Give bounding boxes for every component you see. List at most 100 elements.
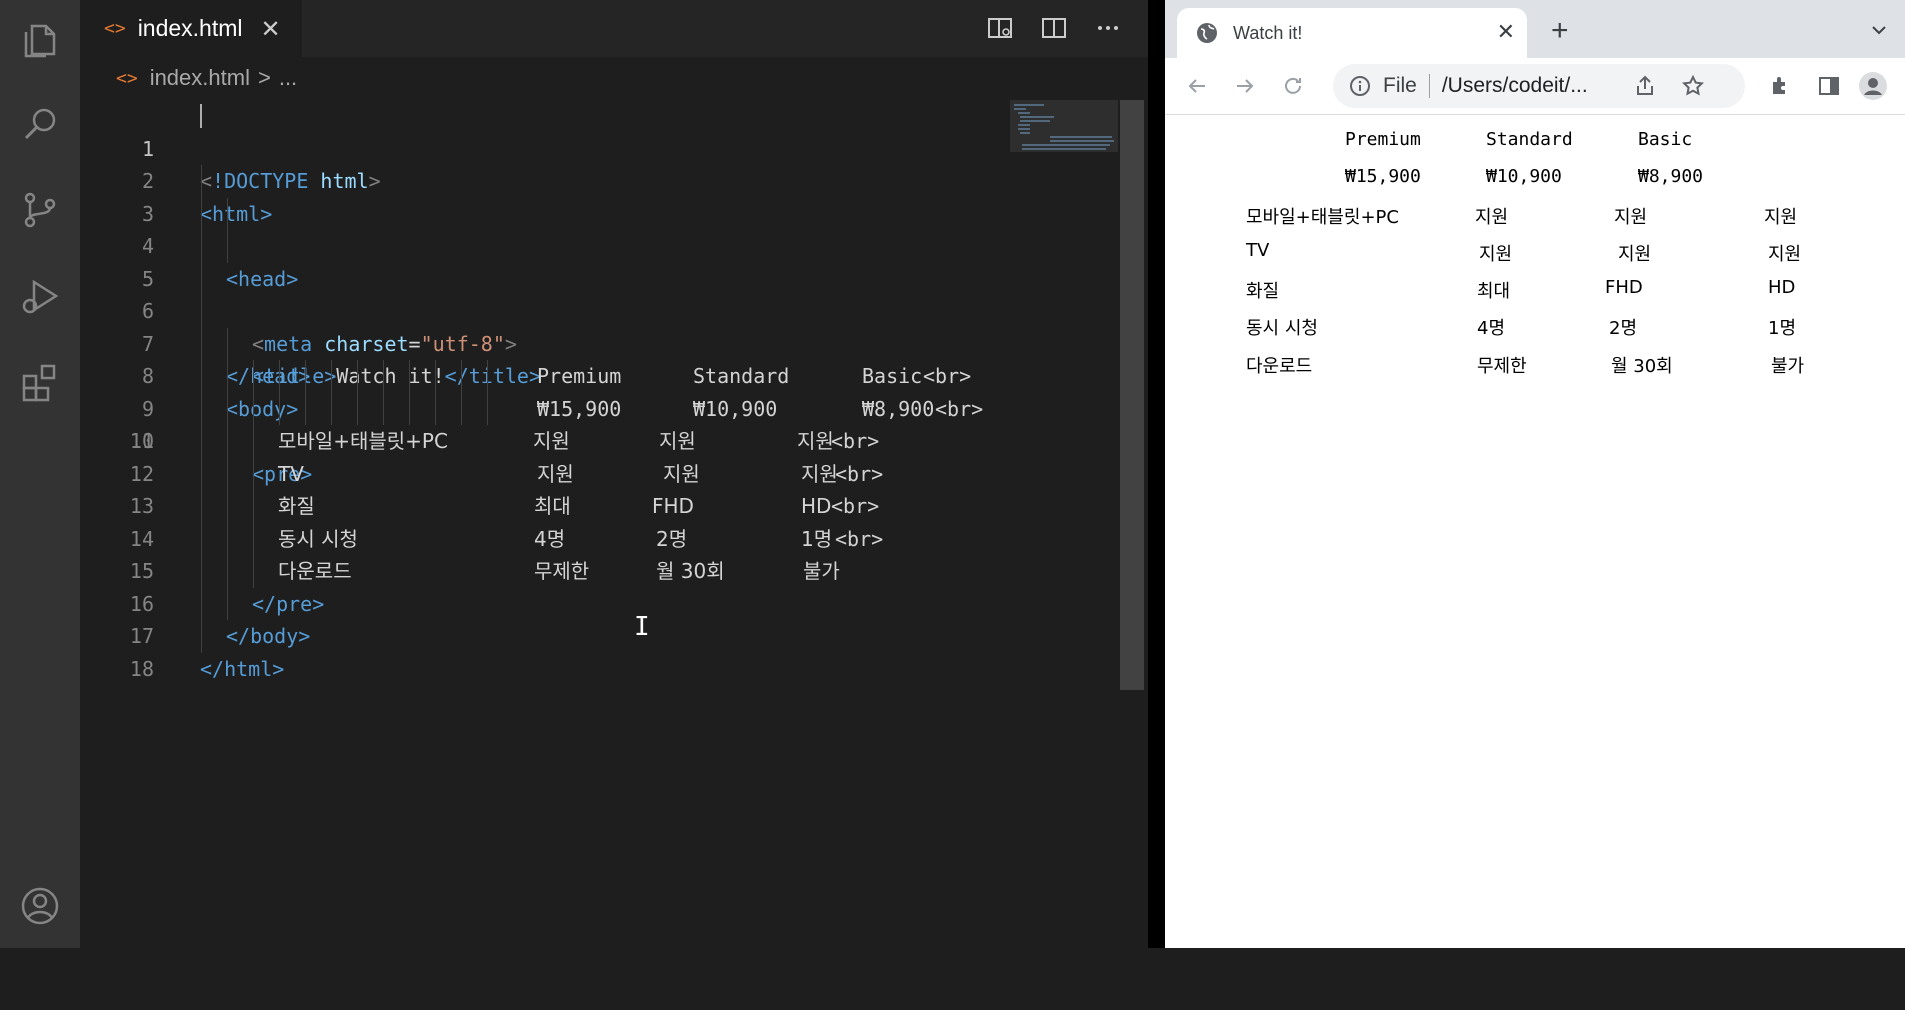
indent-guide <box>201 230 202 263</box>
breadcrumb-file[interactable]: index.html <box>150 65 250 91</box>
minimap-line <box>1020 120 1050 122</box>
code-cell: Basic <box>862 364 923 388</box>
tab-index-html[interactable]: <> index.html ✕ <box>80 0 302 57</box>
more-actions-icon[interactable] <box>1092 12 1124 44</box>
share-icon[interactable] <box>1633 74 1657 98</box>
page-text: 월 30회 <box>1611 356 1673 377</box>
bookmark-star-icon[interactable] <box>1681 74 1705 98</box>
minimap-line <box>1014 108 1026 110</box>
url-text[interactable]: /Users/codeit/... <box>1442 74 1588 98</box>
minimap[interactable] <box>1010 100 1118 948</box>
extensions-puzzle-icon[interactable] <box>1765 70 1797 102</box>
code-line: 11 모바일+태블릿+PC 지원 지원 지원 <br> <box>80 425 1010 458</box>
forward-button[interactable] <box>1229 70 1261 102</box>
page-text: 최대 <box>1477 281 1511 302</box>
code-area[interactable]: 1 <!DOCTYPE html> 2 <html> 3 <head> 4 <m… <box>80 100 1010 948</box>
reload-button[interactable] <box>1277 70 1309 102</box>
page-text: HD <box>1768 277 1796 298</box>
code-text: </pre> <box>252 591 325 616</box>
code-text: </body> <box>226 624 311 648</box>
code-text: </html> <box>200 656 285 681</box>
indent-guide <box>201 425 202 458</box>
breadcrumb: <> index.html > ... <box>80 57 1148 99</box>
code-cell: 다운로드 <box>278 559 352 583</box>
browser-toolbar: File /Users/codeit/... <box>1165 58 1905 115</box>
breadcrumb-symbol[interactable]: ... <box>279 65 297 91</box>
page-text: 지원 <box>1614 207 1648 228</box>
close-icon[interactable]: ✕ <box>1497 20 1515 45</box>
line-number: 14 <box>129 526 154 551</box>
page-text: 화질 <box>1246 281 1280 302</box>
editor-actions <box>984 12 1124 44</box>
code-cell: Premium <box>537 364 622 388</box>
close-icon[interactable]: ✕ <box>261 15 281 43</box>
back-button[interactable] <box>1181 70 1213 102</box>
indent-guide <box>435 392 436 425</box>
text-cursor <box>200 104 202 128</box>
line-number: 17 <box>129 624 154 648</box>
window-divider <box>1148 0 1165 948</box>
code-cell: <br> <box>835 461 884 486</box>
editor: <> index.html ✕ <> index.html > ... 1 <!… <box>80 0 1154 948</box>
editor-tab-bar: <> index.html ✕ <box>80 0 1148 57</box>
indent-guide <box>279 360 280 393</box>
page-text: 2명 <box>1609 318 1638 339</box>
page-text: 1명 <box>1768 318 1797 339</box>
code-line: 16 </pre> <box>80 587 1010 620</box>
account-icon[interactable] <box>14 880 66 932</box>
page-text: 지원 <box>1479 244 1513 265</box>
page-text: 지원 <box>1618 244 1652 265</box>
search-icon[interactable] <box>14 98 66 150</box>
indent-guide <box>253 425 254 458</box>
profile-avatar-icon[interactable] <box>1857 70 1889 102</box>
code-line: 2 <html> <box>80 133 1010 226</box>
run-debug-icon[interactable] <box>14 270 66 322</box>
minimap-line <box>1022 148 1106 150</box>
new-tab-button[interactable]: + <box>1551 14 1569 48</box>
indent-guide <box>253 555 254 588</box>
chevron-down-icon[interactable] <box>1869 20 1889 45</box>
indent-guide <box>201 522 202 555</box>
side-panel-icon[interactable] <box>1813 70 1845 102</box>
open-preview-icon[interactable] <box>984 12 1016 44</box>
mouse-ibeam-icon: I <box>634 612 650 642</box>
vertical-scrollbar[interactable] <box>1120 100 1144 690</box>
indent-guide <box>461 392 462 425</box>
code-line: 14 동시 시청 4명 2명 1명 <br> <box>80 522 1010 555</box>
code-cell: FHD <box>652 494 694 518</box>
split-editor-icon[interactable] <box>1038 12 1070 44</box>
code-cell: <br> <box>831 494 880 518</box>
minimap-line <box>1014 104 1044 106</box>
indent-guide <box>409 392 410 425</box>
browser-tab[interactable]: Watch it! ✕ <box>1177 8 1527 58</box>
indent-guide <box>331 392 332 425</box>
code-cell: 지원 <box>797 429 834 453</box>
extensions-icon[interactable] <box>14 356 66 408</box>
code-cell: 동시 시청 <box>278 526 358 551</box>
info-icon[interactable] <box>1349 75 1371 97</box>
address-bar[interactable]: File /Users/codeit/... <box>1333 64 1745 108</box>
code-cell: 모바일+태블릿+PC <box>278 429 448 453</box>
code-line: 1 <!DOCTYPE html> <box>80 100 1010 193</box>
code-cell: ₩8,900 <box>862 396 935 421</box>
source-control-icon[interactable] <box>14 184 66 236</box>
indent-guide <box>227 197 228 230</box>
indent-guide <box>227 490 228 523</box>
indent-guide <box>383 392 384 425</box>
minimap-line <box>1050 136 1112 138</box>
code-cell: 지원 <box>659 429 696 453</box>
page-text: 4명 <box>1477 318 1506 339</box>
minimap-line <box>1022 144 1110 146</box>
indent-guide <box>227 587 228 620</box>
minimap-line <box>1018 112 1030 114</box>
page-text: Premium <box>1345 129 1421 150</box>
code-cell: TV <box>278 461 304 486</box>
html-file-icon: <> <box>104 18 126 39</box>
code-cell: <br> <box>835 526 884 551</box>
globe-icon <box>1195 21 1219 45</box>
page-text: 무제한 <box>1477 356 1527 377</box>
indent-guide <box>201 327 202 360</box>
indent-guide <box>201 620 202 653</box>
indent-guide <box>383 360 384 393</box>
explorer-icon[interactable] <box>14 14 66 66</box>
